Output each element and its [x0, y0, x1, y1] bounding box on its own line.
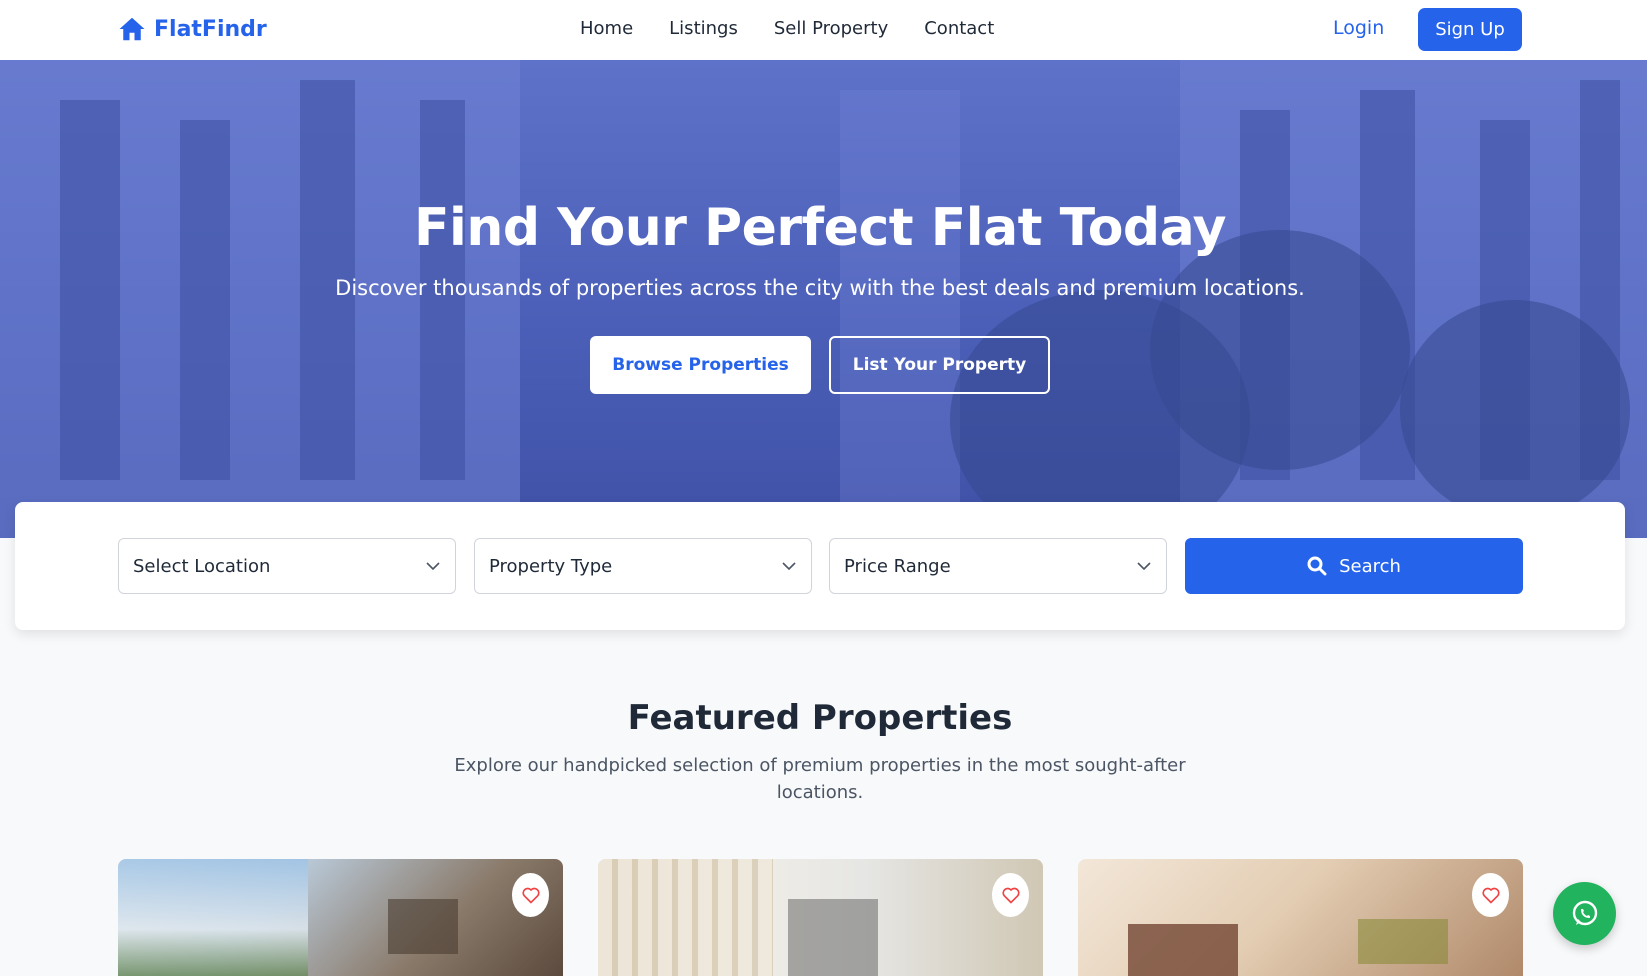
property-card[interactable]	[1078, 859, 1523, 976]
favorite-button[interactable]	[1472, 873, 1509, 917]
brand-name: FlatFindr	[154, 16, 267, 42]
hero-subtitle: Discover thousands of properties across …	[335, 276, 1305, 300]
location-select-value: Select Location	[133, 555, 271, 577]
chevron-down-icon	[426, 562, 440, 571]
price-range-select[interactable]: Price Range	[829, 538, 1167, 594]
heart-icon	[521, 887, 540, 904]
whatsapp-icon	[1572, 900, 1597, 925]
nav-listings[interactable]: Listings	[669, 18, 738, 39]
nav-home[interactable]: Home	[580, 18, 633, 39]
search-panel: Select Location Property Type Price Rang…	[15, 502, 1625, 630]
favorite-button[interactable]	[512, 873, 549, 917]
search-button[interactable]: Search	[1185, 538, 1523, 594]
whatsapp-chat-button[interactable]	[1553, 882, 1616, 945]
nav-sell-property[interactable]: Sell Property	[774, 18, 888, 39]
search-icon	[1307, 556, 1327, 576]
location-select[interactable]: Select Location	[118, 538, 456, 594]
chevron-down-icon	[782, 562, 796, 571]
property-card[interactable]	[118, 859, 563, 976]
house-icon	[119, 17, 145, 41]
heart-icon	[1481, 887, 1500, 904]
chevron-down-icon	[1137, 562, 1151, 571]
favorite-button[interactable]	[992, 873, 1029, 917]
property-type-select[interactable]: Property Type	[474, 538, 812, 594]
property-type-value: Property Type	[489, 555, 613, 577]
nav-contact[interactable]: Contact	[924, 18, 994, 39]
price-range-value: Price Range	[844, 555, 951, 577]
property-card[interactable]	[598, 859, 1043, 976]
hero-title: Find Your Perfect Flat Today	[413, 198, 1227, 258]
featured-subtitle: Explore our handpicked selection of prem…	[454, 755, 1186, 803]
hero-section: Find Your Perfect Flat Today Discover th…	[0, 60, 1647, 538]
nav-links: Home Listings Sell Property Contact	[580, 18, 994, 39]
featured-title: Featured Properties	[627, 698, 1013, 738]
browse-properties-button[interactable]: Browse Properties	[590, 336, 811, 394]
heart-icon	[1001, 887, 1020, 904]
top-navbar: FlatFindr Home Listings Sell Property Co…	[0, 0, 1647, 60]
brand-logo[interactable]: FlatFindr	[116, 14, 267, 44]
login-link[interactable]: Login	[1333, 17, 1384, 39]
list-property-button[interactable]: List Your Property	[829, 336, 1050, 394]
search-button-label: Search	[1339, 555, 1401, 577]
signup-button[interactable]: Sign Up	[1418, 8, 1522, 51]
